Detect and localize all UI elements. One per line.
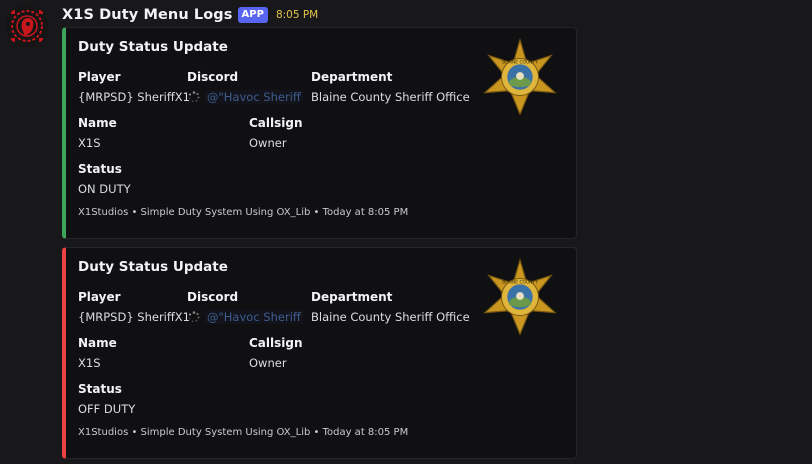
player-value: {MRPSD} SheriffX1 [78,310,190,324]
badge-text: BLAINE COUNTY [502,59,538,65]
field-name: Name X1S [78,336,117,370]
field-department: Department Blaine County Sheriff Office [311,70,470,104]
message-header: X1S Duty Menu Logs APP 8:05 PM [62,5,318,25]
department-value: Blaine County Sheriff Office [311,90,470,104]
discord-mention[interactable]: @"Havoc Sheriff [205,310,303,324]
message-timestamp[interactable]: 8:05 PM [276,9,318,21]
field-player: Player {MRPSD} SheriffX1 [78,70,190,104]
name-value: X1S [78,136,101,150]
embed-footer: X1Studios • Simple Duty System Using OX_… [78,427,409,438]
embed-on-duty: Duty Status Update BLAINE COUNTY Player … [62,27,577,239]
skull-logo-icon [6,5,48,47]
field-name: Name X1S [78,116,117,150]
field-player: Player {MRPSD} SheriffX1 [78,290,190,324]
sheriff-star-badge-icon[interactable]: BLAINE COUNTY [481,38,559,116]
embed-off-duty: Duty Status Update BLAINE COUNTY Player … [62,247,577,459]
app-badge: APP [237,7,268,23]
callsign-value: Owner [249,356,287,370]
name-value: X1S [78,356,101,370]
discord-mention[interactable]: @"Havoc Sheriff [205,90,303,104]
embed-title: Duty Status Update [78,39,228,55]
field-discord: Discord @"Havoc Sheriff [187,290,303,324]
embed-title: Duty Status Update [78,259,228,275]
badge-text: BLAINE COUNTY [502,279,538,285]
bot-username[interactable]: X1S Duty Menu Logs [62,7,233,23]
player-value: {MRPSD} SheriffX1 [78,90,190,104]
field-status: Status OFF DUTY [78,382,136,416]
loading-icon [189,91,200,103]
status-value: ON DUTY [78,182,131,196]
sheriff-star-badge-icon[interactable]: BLAINE COUNTY [481,258,559,336]
field-discord: Discord @"Havoc Sheriff [187,70,303,104]
embed-footer: X1Studios • Simple Duty System Using OX_… [78,207,409,218]
field-status: Status ON DUTY [78,162,131,196]
status-value: OFF DUTY [78,402,136,416]
field-callsign: Callsign Owner [249,116,303,150]
field-callsign: Callsign Owner [249,336,303,370]
avatar[interactable] [6,5,48,47]
field-department: Department Blaine County Sheriff Office [311,290,470,324]
department-value: Blaine County Sheriff Office [311,310,470,324]
loading-icon [189,311,200,323]
callsign-value: Owner [249,136,287,150]
